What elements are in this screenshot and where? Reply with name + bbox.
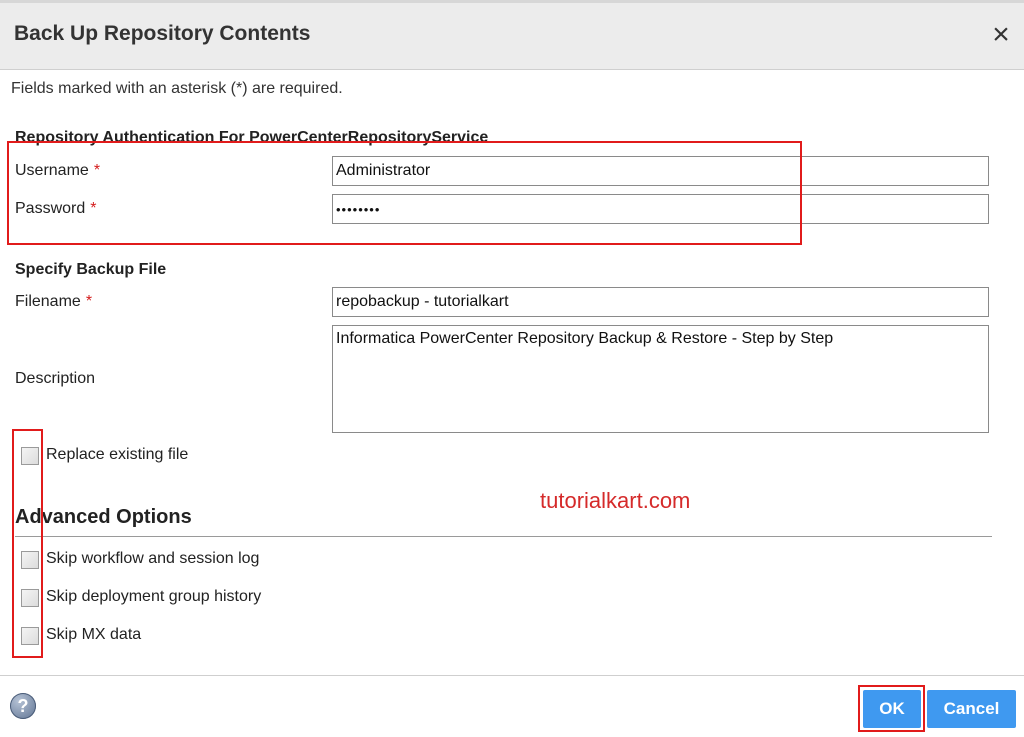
skip-workflow-checkbox[interactable] (21, 551, 39, 569)
skip-mx-label: Skip MX data (46, 626, 142, 643)
username-label: Username * (15, 162, 100, 180)
skip-deployment-checkbox[interactable] (21, 589, 39, 607)
ok-button[interactable]: OK (863, 690, 921, 728)
dialog-titlebar: Back Up Repository Contents × (0, 0, 1024, 70)
required-marker: * (93, 162, 101, 179)
watermark-text: tutorialkart.com (540, 488, 691, 513)
skip-workflow-label: Skip workflow and session log (46, 550, 260, 567)
password-field[interactable] (332, 194, 989, 224)
filename-label-text: Filename (15, 293, 81, 310)
replace-existing-checkbox[interactable] (21, 447, 39, 465)
skip-deployment-label: Skip deployment group history (46, 588, 262, 605)
required-marker: * (90, 200, 97, 217)
help-icon[interactable]: ? (10, 693, 36, 719)
advanced-divider (15, 536, 992, 537)
description-field[interactable]: Informatica PowerCenter Repository Backu… (332, 325, 989, 433)
filename-label: Filename * (15, 293, 92, 311)
required-note: Fields marked with an asterisk (*) are r… (11, 80, 343, 97)
titlebar-top-border (0, 0, 1024, 3)
replace-existing-label: Replace existing file (46, 446, 189, 463)
username-field[interactable] (332, 156, 989, 186)
skip-mx-checkbox[interactable] (21, 627, 39, 645)
required-marker: * (85, 293, 93, 310)
cancel-button[interactable]: Cancel (927, 690, 1016, 728)
advanced-options-title: Advanced Options (15, 506, 192, 528)
backup-section-title: Specify Backup File (15, 261, 167, 278)
dialog-title: Back Up Repository Contents (14, 22, 311, 45)
username-label-text: Username (15, 162, 89, 179)
auth-section-title: Repository Authentication For PowerCente… (15, 129, 489, 146)
description-label: Description (15, 370, 96, 387)
filename-field[interactable] (332, 287, 989, 317)
password-label: Password * (15, 200, 96, 218)
password-label-text: Password (15, 200, 86, 217)
close-icon[interactable]: × (988, 20, 1014, 50)
